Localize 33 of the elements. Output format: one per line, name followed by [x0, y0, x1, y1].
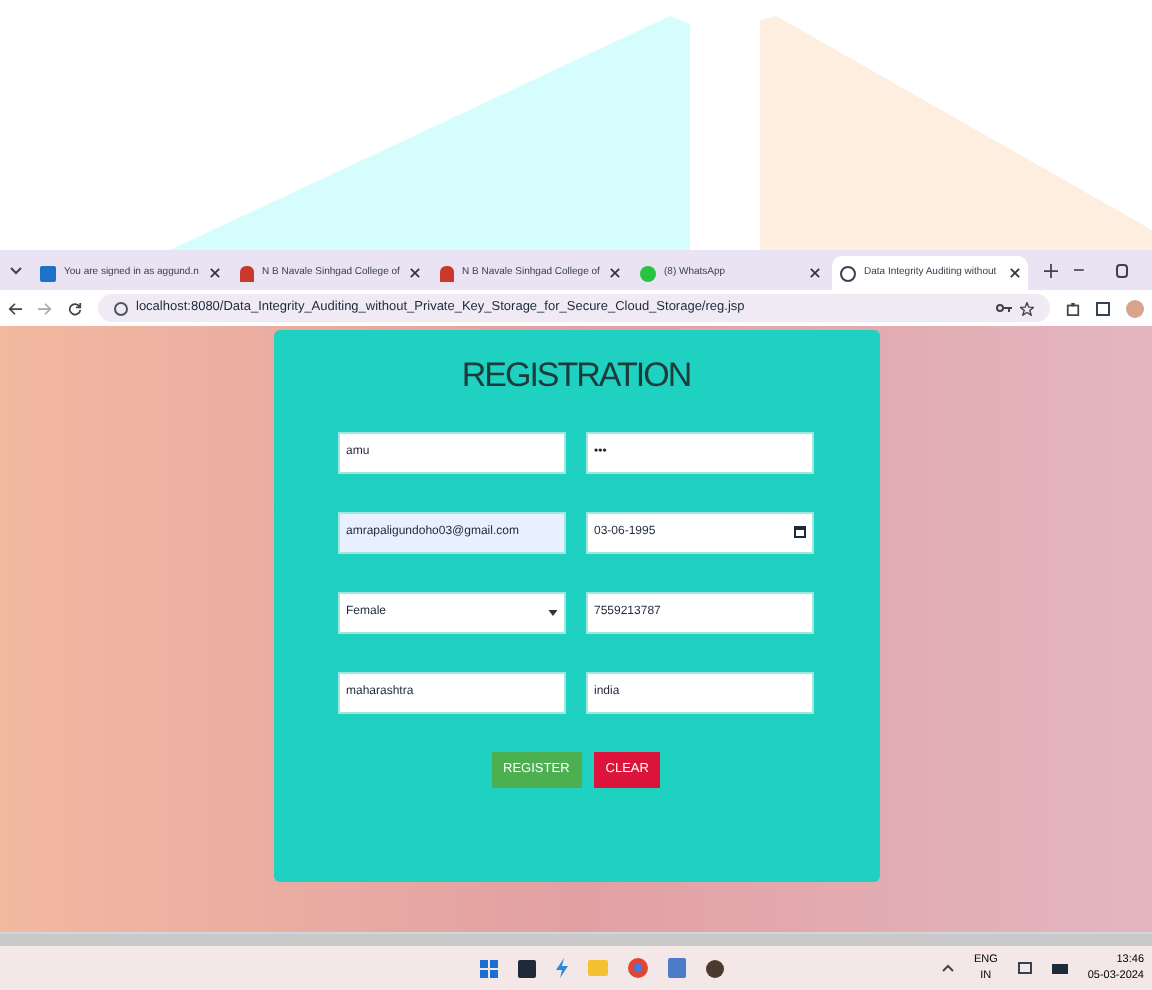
close-tab-icon[interactable]: [410, 268, 420, 278]
minimize-icon[interactable]: [1074, 268, 1084, 272]
college-logo-icon: [240, 265, 254, 281]
site-info-icon: [114, 301, 128, 315]
browser-icon[interactable]: [628, 958, 648, 978]
college-logo-icon: [440, 265, 454, 281]
close-tab-icon[interactable]: [610, 268, 620, 278]
close-tab-icon[interactable]: [210, 268, 220, 278]
new-tab-icon[interactable]: [1044, 263, 1058, 277]
network-icon[interactable]: [1017, 962, 1032, 974]
horizontal-scrollbar[interactable]: [0, 932, 1152, 946]
star-icon[interactable]: [1020, 301, 1034, 315]
key-icon[interactable]: [996, 302, 1012, 314]
extensions-icon[interactable]: [1066, 301, 1080, 315]
dropdown-caret-icon[interactable]: [548, 609, 558, 615]
start-icon[interactable]: [480, 959, 498, 977]
back-icon[interactable]: [8, 301, 22, 315]
lightning-icon[interactable]: [556, 958, 568, 978]
close-tab-icon[interactable]: [810, 268, 820, 278]
chat-icon: [640, 265, 656, 281]
chevron-up-icon[interactable]: [941, 964, 954, 972]
tab-search-icon[interactable]: [8, 262, 24, 278]
reload-icon[interactable]: [68, 301, 82, 315]
calendar-icon[interactable]: [794, 526, 806, 538]
close-tab-icon[interactable]: [1010, 268, 1020, 278]
round-app-icon[interactable]: [706, 959, 724, 977]
restore-icon[interactable]: [1115, 263, 1128, 277]
sidebar-icon[interactable]: [1096, 301, 1110, 315]
task-view-icon[interactable]: [518, 959, 536, 977]
globe-icon: [840, 265, 856, 281]
s-logo-icon: [40, 265, 56, 281]
battery-icon[interactable]: [1051, 963, 1068, 973]
form-title: REGISTRATION: [461, 354, 691, 398]
